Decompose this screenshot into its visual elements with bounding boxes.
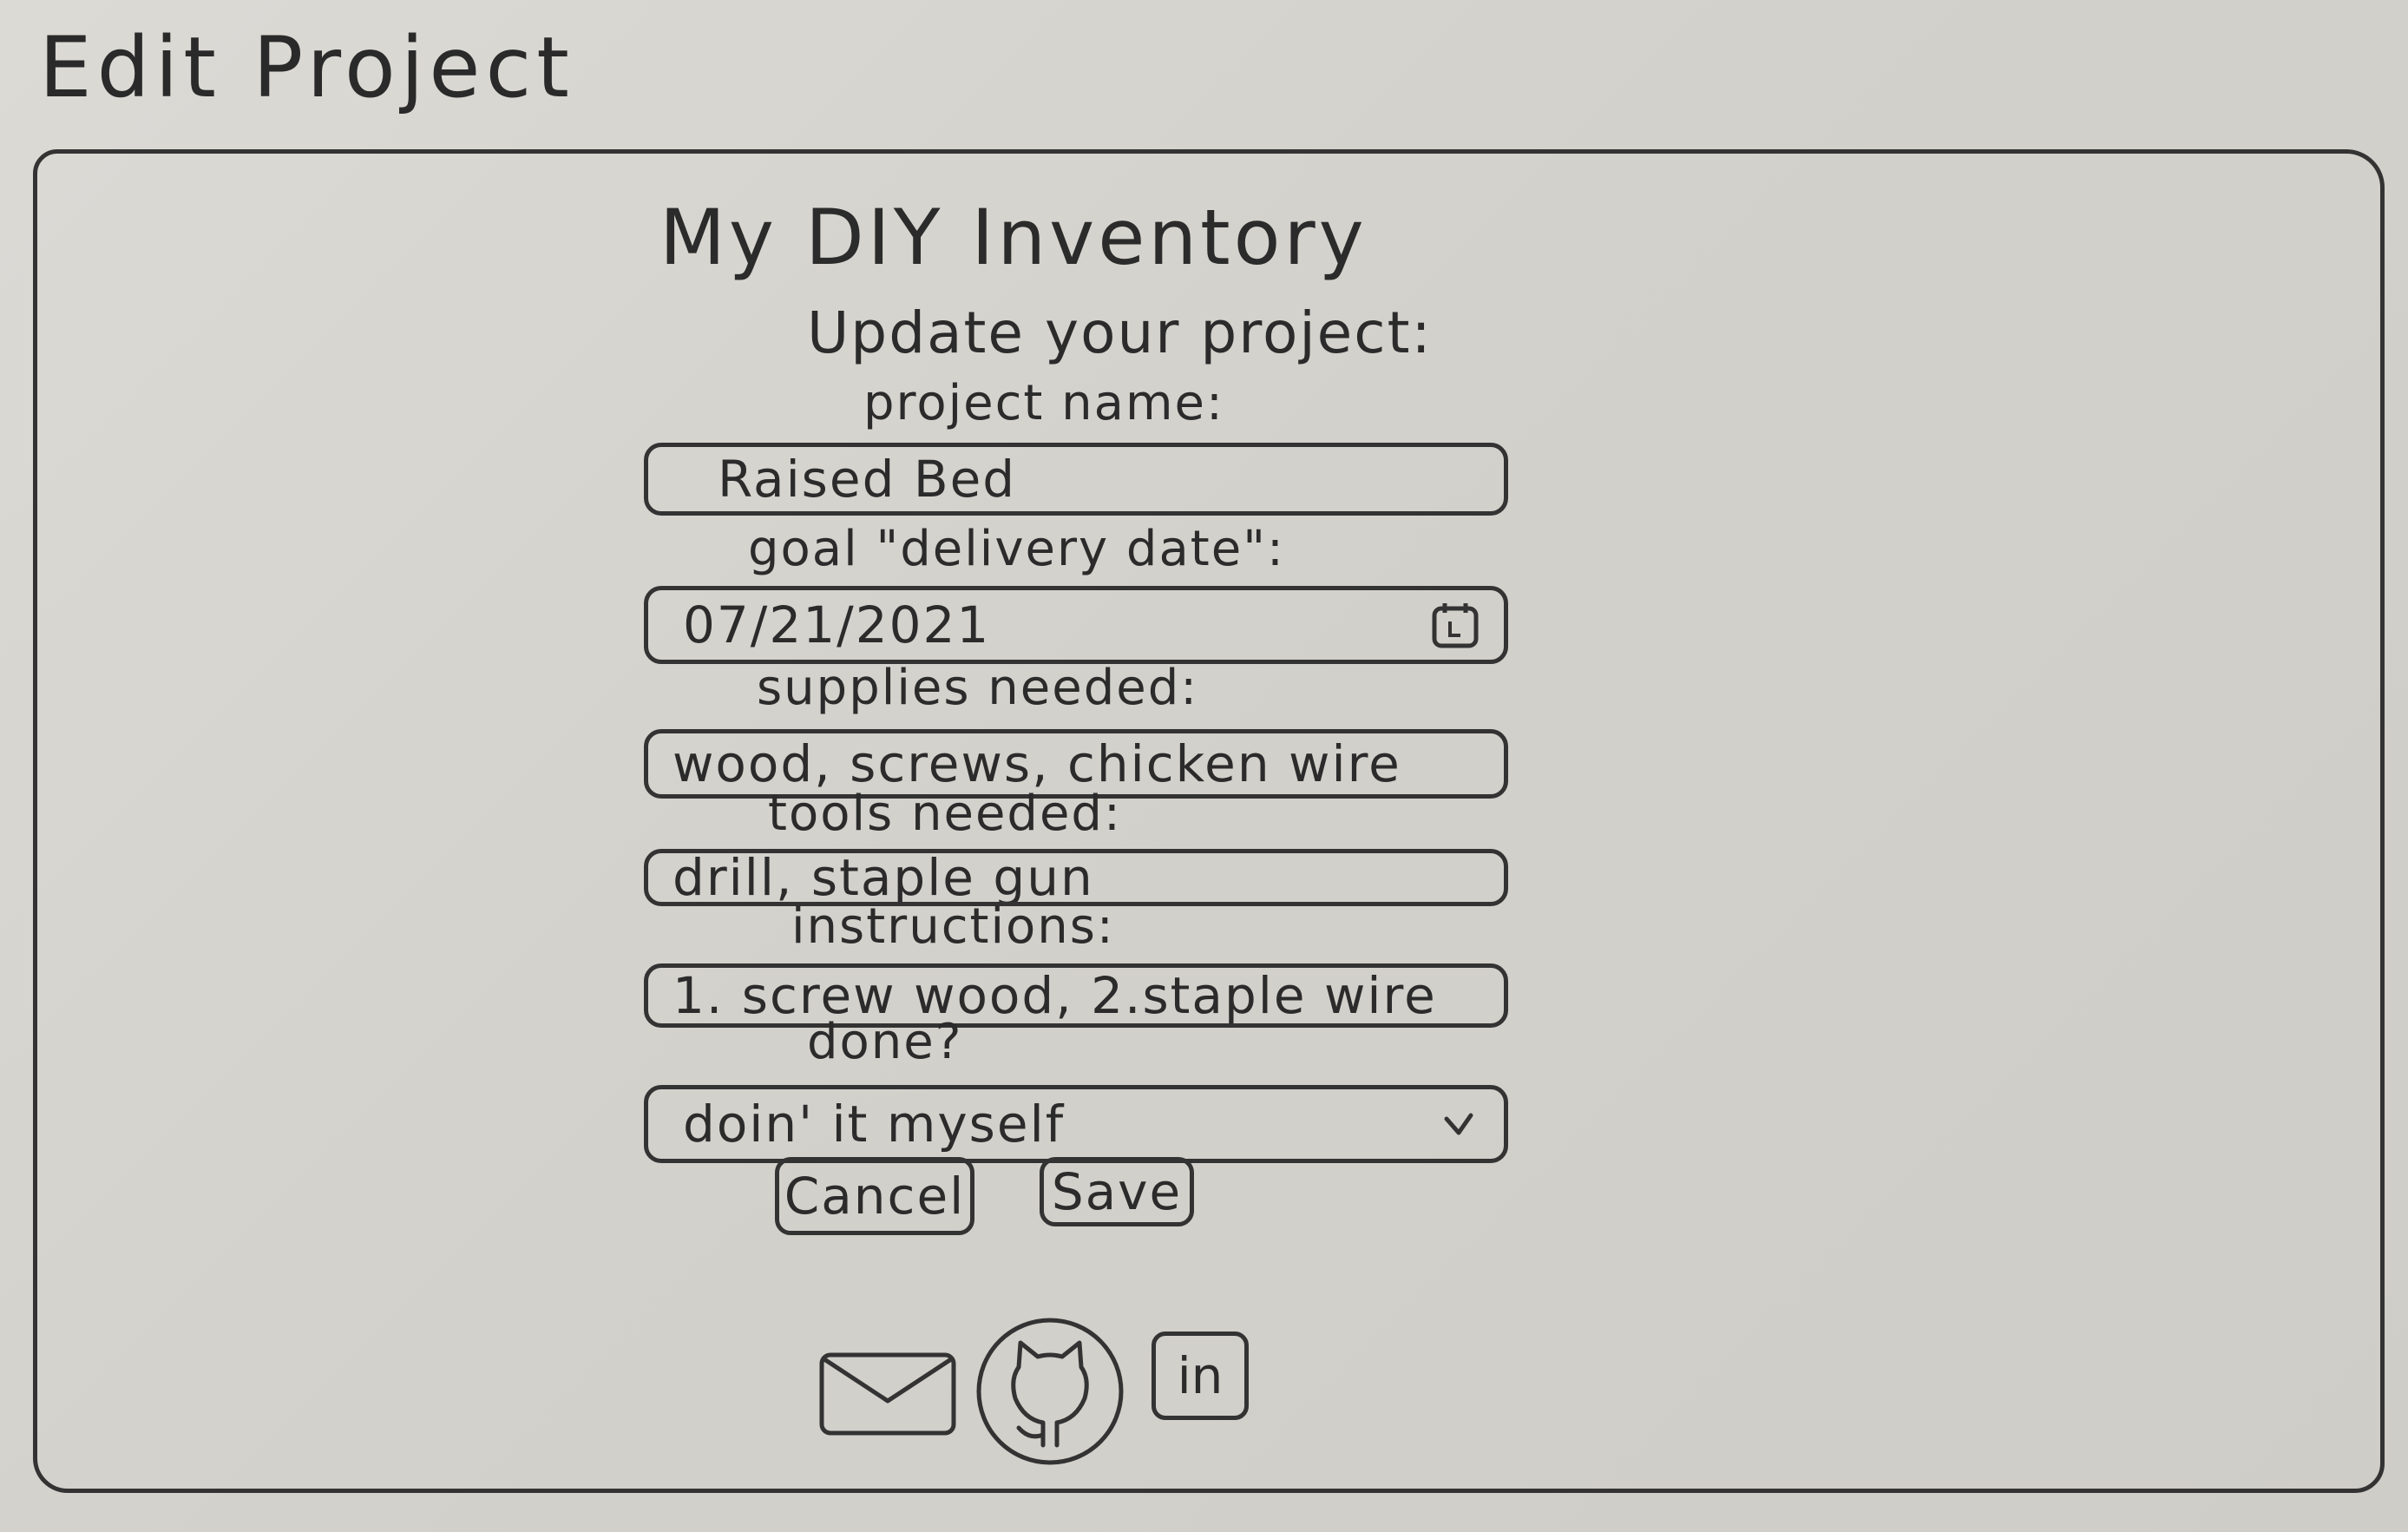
app-title: My DIY Inventory bbox=[659, 193, 1368, 282]
delivery-date-value: 07/21/2021 bbox=[683, 595, 991, 654]
project-name-label: project name: bbox=[863, 375, 1224, 431]
project-name-input[interactable]: Raised Bed bbox=[644, 443, 1508, 516]
project-name-value: Raised Bed bbox=[718, 450, 1017, 509]
instructions-label: instructions: bbox=[791, 898, 1115, 955]
supplies-label: supplies needed: bbox=[757, 660, 1199, 716]
delivery-date-label: goal "delivery date": bbox=[748, 521, 1285, 577]
delivery-date-input[interactable]: 07/21/2021 bbox=[644, 586, 1508, 664]
done-select[interactable]: doin' it myself bbox=[644, 1085, 1508, 1163]
linkedin-icon-text: in bbox=[1177, 1346, 1224, 1405]
instructions-input[interactable]: 1. screw wood, 2.staple wire bbox=[644, 963, 1508, 1028]
page-heading: Edit Project bbox=[39, 19, 574, 116]
cancel-button[interactable]: Cancel bbox=[775, 1157, 974, 1235]
form-subtitle: Update your project: bbox=[807, 299, 1433, 366]
save-button[interactable]: Save bbox=[1040, 1157, 1194, 1226]
linkedin-icon[interactable]: in bbox=[1152, 1331, 1249, 1420]
envelope-icon[interactable] bbox=[817, 1351, 958, 1437]
supplies-value: wood, screws, chicken wire bbox=[673, 734, 1401, 793]
chevron-down-icon bbox=[1444, 1113, 1473, 1135]
done-selected-value: doin' it myself bbox=[683, 1095, 1066, 1154]
done-label: done? bbox=[807, 1014, 963, 1070]
github-icon[interactable] bbox=[974, 1315, 1126, 1468]
instructions-value: 1. screw wood, 2.staple wire bbox=[673, 966, 1437, 1025]
tools-label: tools needed: bbox=[768, 786, 1122, 842]
calendar-icon[interactable] bbox=[1431, 601, 1480, 649]
